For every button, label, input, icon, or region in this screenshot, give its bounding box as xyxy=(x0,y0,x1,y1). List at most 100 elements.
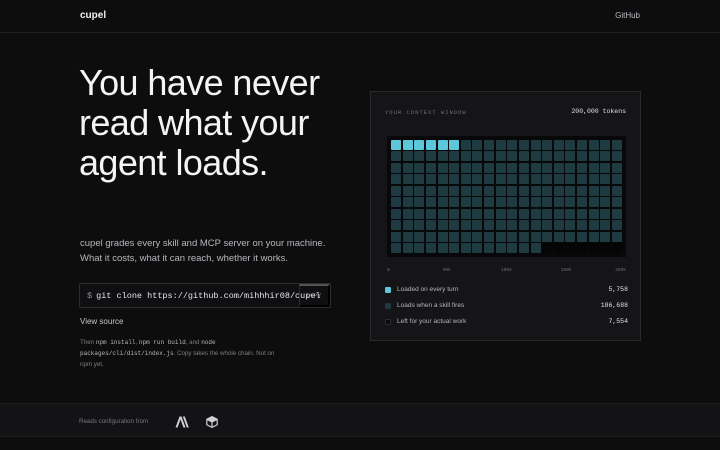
legend-label-skill: Loads when a skill fires xyxy=(397,302,465,309)
grid-cell-skill xyxy=(577,162,588,173)
install-command[interactable]: $ git clone https://github.com/mihhhir08/… xyxy=(87,291,321,301)
grid-cell-skill xyxy=(518,220,529,231)
grid-cell-skill xyxy=(484,220,495,231)
grid-cell-skill xyxy=(495,174,506,185)
brand-logo[interactable]: cupel xyxy=(80,10,106,21)
grid-cell-skill xyxy=(391,208,402,219)
footer: Reads configuration from xyxy=(0,403,720,437)
legend-row-free: Left for your actual work 7,554 xyxy=(385,316,628,332)
command-text: git clone https://github.com/mihhhir08/c… xyxy=(96,291,321,301)
grid-cell-skill xyxy=(495,208,506,219)
grid-cell-skill xyxy=(402,185,413,196)
grid-cell-free xyxy=(565,243,576,253)
copy-button[interactable]: COPY xyxy=(299,284,330,307)
legend-row-loaded: Loaded on every turn 5,758 xyxy=(385,284,628,300)
grid-cell-skill xyxy=(600,174,611,185)
grid-cell-skill xyxy=(402,162,413,173)
grid-cell-skill xyxy=(402,220,413,231)
grid-cell-skill xyxy=(611,231,622,242)
grid-cell-skill xyxy=(472,185,483,196)
grid-cell-skill xyxy=(437,243,448,253)
grid-cell-skill xyxy=(530,231,541,242)
grid-cell-skill xyxy=(414,162,425,173)
grid-cell-skill xyxy=(449,220,460,231)
grid-cell-skill xyxy=(553,151,564,162)
grid-cell-skill xyxy=(484,185,495,196)
cube-icon[interactable] xyxy=(206,415,220,429)
grid-cell-skill xyxy=(565,140,576,150)
grid-cell-skill xyxy=(565,231,576,242)
grid-cell-skill xyxy=(425,185,436,196)
grid-cell-free xyxy=(588,243,599,253)
grid-cell-skill xyxy=(391,185,402,196)
grid-cell-skill xyxy=(460,162,471,173)
grid-cell-skill xyxy=(507,140,518,150)
grid-cell-skill xyxy=(542,162,553,173)
grid-cell-skill xyxy=(507,162,518,173)
grid-cell-skill xyxy=(553,197,564,208)
grid-cell-skill xyxy=(484,231,495,242)
grid-cell-skill xyxy=(391,220,402,231)
legend-swatch-free xyxy=(385,319,391,325)
legend-value-loaded: 5,758 xyxy=(608,286,628,293)
grid-cell-skill xyxy=(518,140,529,150)
grid-cell-skill xyxy=(577,220,588,231)
anthropic-logo-icon[interactable] xyxy=(175,415,189,428)
grid-cell-skill xyxy=(600,151,611,162)
grid-axis: 0 50k 100k 150k 200k xyxy=(387,268,626,276)
grid-cell-free xyxy=(600,243,611,253)
grid-cell-skill xyxy=(507,231,518,242)
grid-cell-skill xyxy=(530,185,541,196)
grid-cell-skill xyxy=(391,174,402,185)
grid-cell-skill xyxy=(472,208,483,219)
grid-cell-skill xyxy=(530,140,541,150)
grid-cell-skill xyxy=(530,243,541,253)
grid-cell-skill xyxy=(588,185,599,196)
axis-tick-50k: 50k xyxy=(442,268,451,273)
hero-title: You have never read what your agent load… xyxy=(79,62,320,183)
grid-cell-skill xyxy=(460,140,471,150)
grid-cell-skill xyxy=(518,208,529,219)
grid-cell-skill xyxy=(600,140,611,150)
grid-cell-skill xyxy=(484,243,495,253)
grid-cell-skill xyxy=(577,140,588,150)
grid-cell-skill xyxy=(402,243,413,253)
grid-cell-skill xyxy=(402,174,413,185)
grid-cell-skill xyxy=(414,185,425,196)
grid-cell-skill xyxy=(577,231,588,242)
grid-cell-skill xyxy=(577,197,588,208)
total-tokens: 200,000 tokens xyxy=(571,108,626,115)
grid-cell-skill xyxy=(437,220,448,231)
grid-cell-skill xyxy=(530,151,541,162)
grid-cell-skill xyxy=(530,197,541,208)
grid-cell-skill xyxy=(495,231,506,242)
grid-cell-skill xyxy=(565,162,576,173)
grid-cell-skill xyxy=(611,162,622,173)
grid-cell-skill xyxy=(600,220,611,231)
grid-cell-skill xyxy=(495,151,506,162)
legend: Loaded on every turn 5,758 Loads when a … xyxy=(385,284,628,332)
grid-cell-skill xyxy=(530,162,541,173)
grid-cell-skill xyxy=(495,162,506,173)
grid-cell-skill xyxy=(391,151,402,162)
grid-cell-skill xyxy=(449,162,460,173)
grid-cell-skill xyxy=(414,208,425,219)
grid-cell-skill xyxy=(472,220,483,231)
grid-cell-skill xyxy=(577,174,588,185)
grid-cell-skill xyxy=(414,197,425,208)
grid-cell-skill xyxy=(472,140,483,150)
grid-cell-skill xyxy=(449,243,460,253)
reads-configuration-label: Reads configuration from xyxy=(79,418,149,425)
grid-cell-skill xyxy=(588,231,599,242)
grid-cell-skill xyxy=(553,162,564,173)
grid-cell-free xyxy=(553,243,564,253)
github-link[interactable]: GitHub xyxy=(615,11,640,20)
grid-cell-skill xyxy=(425,174,436,185)
grid-cell-skill xyxy=(530,208,541,219)
grid-cell-skill xyxy=(460,243,471,253)
grid-cell-skill xyxy=(565,151,576,162)
grid-cell-loaded xyxy=(391,140,402,150)
view-source-link[interactable]: View source xyxy=(80,317,123,326)
grid-cell-skill xyxy=(484,140,495,150)
hero-subtitle: cupel grades every skill and MCP server … xyxy=(80,238,326,264)
